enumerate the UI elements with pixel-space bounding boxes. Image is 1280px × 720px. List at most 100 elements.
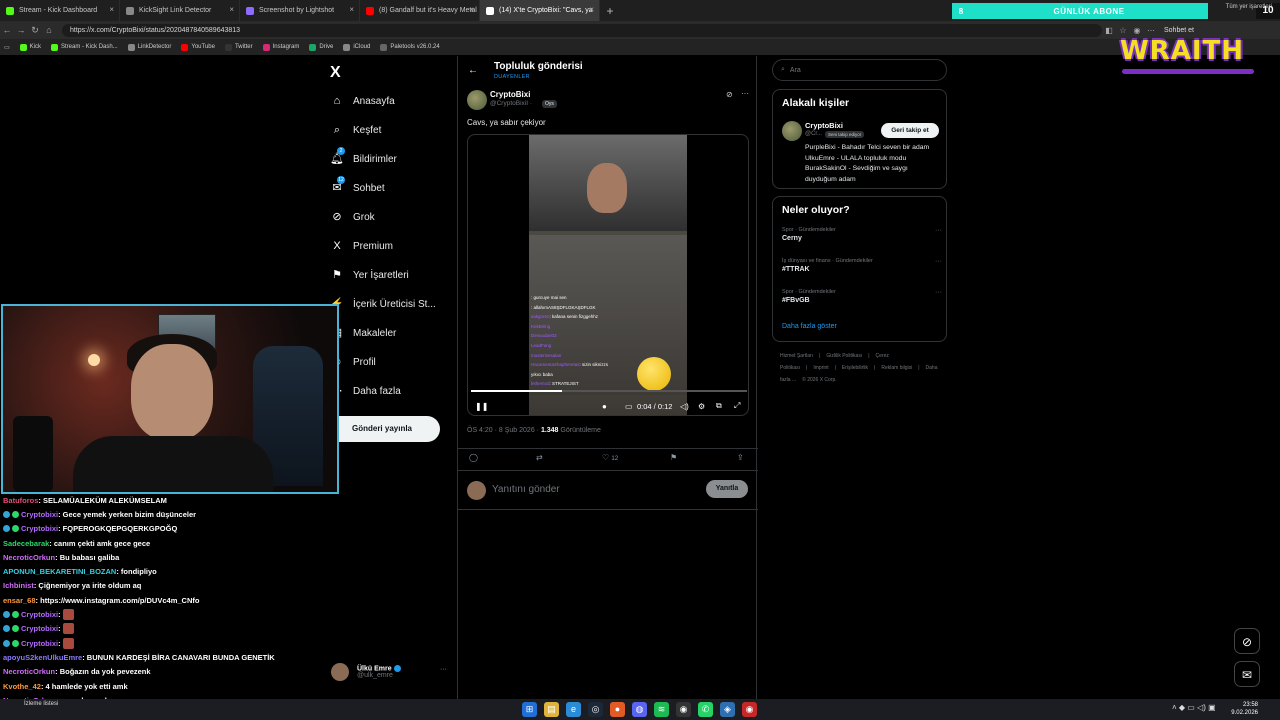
- browser-tab[interactable]: KickSight Link Detector ×: [120, 0, 240, 21]
- trend-more-icon[interactable]: ···: [935, 227, 942, 234]
- app-icon[interactable]: ◈: [720, 702, 735, 717]
- app-red-icon[interactable]: ◉: [742, 702, 757, 717]
- bookmark-item[interactable]: YouTube: [181, 43, 215, 51]
- follow-back-button[interactable]: Geri takip et: [881, 123, 939, 138]
- file-explorer-icon[interactable]: ▤: [544, 702, 559, 717]
- reply-input[interactable]: Yanıtını gönder: [492, 484, 560, 495]
- windows-start-icon[interactable]: ⊞: [522, 702, 537, 717]
- new-tab-icon[interactable]: +: [600, 4, 620, 18]
- footer-link[interactable]: Imprint: [813, 365, 828, 371]
- footer-link[interactable]: © 2026 X Corp.: [802, 377, 837, 383]
- more-dots-icon[interactable]: ···: [440, 666, 447, 673]
- bookmark-item[interactable]: Drive: [309, 43, 333, 51]
- like-button[interactable]: ♡ 12: [602, 453, 618, 462]
- show-more-link[interactable]: Daha fazla göster: [782, 323, 837, 330]
- video-player[interactable]: : gurcuye mai sen: allahımAS8ŞDFLGKAŞDFL…: [467, 134, 749, 416]
- star-icon[interactable]: ☆: [1116, 26, 1130, 35]
- close-tab-icon[interactable]: ×: [229, 5, 234, 14]
- grok-fab-icon[interactable]: ⊘: [1234, 628, 1260, 654]
- taskbar-clock[interactable]: 23:58 9.02.2026: [1230, 701, 1258, 717]
- system-tray-icons[interactable]: ˄ ◆ ▭ ◁) ▣: [1172, 703, 1216, 712]
- reply-icon[interactable]: ◯: [469, 453, 478, 462]
- author-handle[interactable]: @CryptoBixiI ·: [490, 100, 532, 107]
- nav-item-more[interactable]: ⋯Daha fazla: [330, 381, 401, 401]
- whatsapp-icon[interactable]: ✆: [698, 702, 713, 717]
- home-button-icon[interactable]: ⌂: [42, 25, 56, 35]
- nav-item-search[interactable]: ⌕ Keşfet: [330, 120, 381, 140]
- footer-link[interactable]: Reklam bilgisi: [881, 365, 912, 371]
- post-button[interactable]: Gönderi yayınla: [324, 416, 440, 442]
- pause-icon[interactable]: ❚❚: [475, 402, 488, 411]
- bookmark-item[interactable]: Twitter: [224, 43, 253, 51]
- browser-tab[interactable]: (8) Gandalf but it's Heavy Metal - ×: [360, 0, 480, 21]
- forward-icon[interactable]: →: [14, 25, 28, 35]
- grok-icon[interactable]: ⊘: [726, 90, 733, 99]
- obs-icon[interactable]: ◉: [676, 702, 691, 717]
- browser-tab[interactable]: Screenshot by Lightshot ×: [240, 0, 360, 21]
- profile-circle-icon[interactable]: ◉: [1130, 26, 1144, 35]
- edge-icon[interactable]: e: [566, 702, 581, 717]
- search-input[interactable]: ⌕ Ara: [772, 59, 947, 81]
- browser-chat-button[interactable]: Sohbet et: [1164, 27, 1194, 34]
- close-tab-icon[interactable]: ×: [349, 5, 354, 14]
- back-icon[interactable]: ←: [0, 25, 14, 35]
- close-tab-icon[interactable]: ×: [469, 5, 474, 14]
- author-avatar[interactable]: [467, 90, 487, 110]
- community-link[interactable]: DUAYENLER: [494, 74, 530, 80]
- pip-icon[interactable]: ⧉: [716, 401, 722, 411]
- trend-item[interactable]: Spor · Gündemdekiler #FBvGB ···: [782, 289, 942, 304]
- bookmarks-toggle-icon[interactable]: ▭: [4, 44, 10, 51]
- browser-tab[interactable]: Stream - Kick Dashboard ×: [0, 0, 120, 21]
- nav-item-home[interactable]: ⌂ Anasayfa: [330, 91, 395, 111]
- account-switcher[interactable]: Ülkü Emre @ulk_emre ···: [331, 660, 451, 684]
- bookmark-item[interactable]: iCloud: [343, 43, 370, 51]
- trend-more-icon[interactable]: ···: [935, 258, 942, 265]
- footer-link[interactable]: Gizlilik Politikası: [826, 353, 862, 359]
- volume-icon[interactable]: ◁): [680, 402, 689, 411]
- related-user-name[interactable]: CryptoBixi: [805, 121, 843, 130]
- video-progress-bar[interactable]: [471, 390, 747, 392]
- repost-icon[interactable]: ⇄: [536, 453, 543, 462]
- bookmark-item[interactable]: LinkDetector: [127, 43, 171, 51]
- bookmark-item[interactable]: Paletools v26.0.24: [380, 43, 440, 51]
- nav-item-bookmark[interactable]: ⚑ Yer İşaretleri: [330, 265, 409, 285]
- trend-item[interactable]: Spor · Gündemdekiler Cerny ···: [782, 227, 942, 242]
- post-timestamp[interactable]: ÖS 4:20 · 8 Şub 2026 ·: [467, 427, 541, 434]
- messages-fab-icon[interactable]: ✉: [1234, 661, 1260, 687]
- trend-item[interactable]: İş dünyası ve finans · Gündemdekiler #TT…: [782, 258, 942, 273]
- all-bookmarks-button[interactable]: Tüm yer işaretleri: [1226, 4, 1272, 10]
- close-tab-icon[interactable]: ×: [109, 5, 114, 14]
- extensions-icon[interactable]: ◧: [1102, 26, 1116, 35]
- reply-button[interactable]: Yanıtla: [706, 480, 748, 498]
- author-name[interactable]: CryptoBixi: [490, 90, 530, 99]
- bookmark-icon[interactable]: ⚑: [670, 453, 677, 462]
- fullscreen-icon[interactable]: ⤢: [734, 401, 740, 411]
- post-more-icon[interactable]: ···: [741, 89, 749, 98]
- footer-link[interactable]: Hizmet Şartları: [780, 353, 813, 359]
- nav-item-x-premium[interactable]: X Premium: [330, 236, 393, 256]
- nav-item-mail[interactable]: ✉ 12 Sohbet: [330, 176, 385, 198]
- menu-dots-icon[interactable]: ⋯: [1144, 26, 1158, 35]
- steam-icon[interactable]: ◎: [588, 702, 603, 717]
- avatar[interactable]: [782, 121, 802, 141]
- settings-icon[interactable]: ⚙: [698, 402, 705, 411]
- spotify-icon[interactable]: ≋: [654, 702, 669, 717]
- close-tab-icon[interactable]: ×: [589, 5, 594, 14]
- nav-item-bell[interactable]: 🔔︎ 2 Bildirimler: [330, 147, 397, 169]
- firefox-icon[interactable]: ●: [610, 702, 625, 717]
- url-input[interactable]: https://x.com/CryptoBixi/status/20204878…: [62, 23, 1102, 37]
- nav-item-creator-studio[interactable]: ⚡İçerik Üreticisi St...: [330, 294, 436, 314]
- captions-icon[interactable]: ▭: [625, 402, 633, 411]
- x-logo[interactable]: X: [330, 64, 341, 82]
- taskbar-watchlist[interactable]: İzleme listesi: [24, 699, 58, 709]
- nav-item-grok[interactable]: ⊘ Grok: [330, 207, 374, 227]
- back-arrow-icon[interactable]: ←: [468, 65, 478, 76]
- bookmark-item[interactable]: Kick: [19, 43, 41, 51]
- share-icon[interactable]: ⇪: [737, 453, 744, 462]
- bookmark-item[interactable]: Instagram: [262, 43, 299, 51]
- settings-dot-icon[interactable]: ●: [602, 402, 607, 411]
- bookmark-item[interactable]: Stream - Kick Dash...: [51, 43, 118, 51]
- footer-link[interactable]: Erişilebilirlik: [842, 365, 868, 371]
- discord-icon[interactable]: ◍: [632, 702, 647, 717]
- trend-more-icon[interactable]: ···: [935, 289, 942, 296]
